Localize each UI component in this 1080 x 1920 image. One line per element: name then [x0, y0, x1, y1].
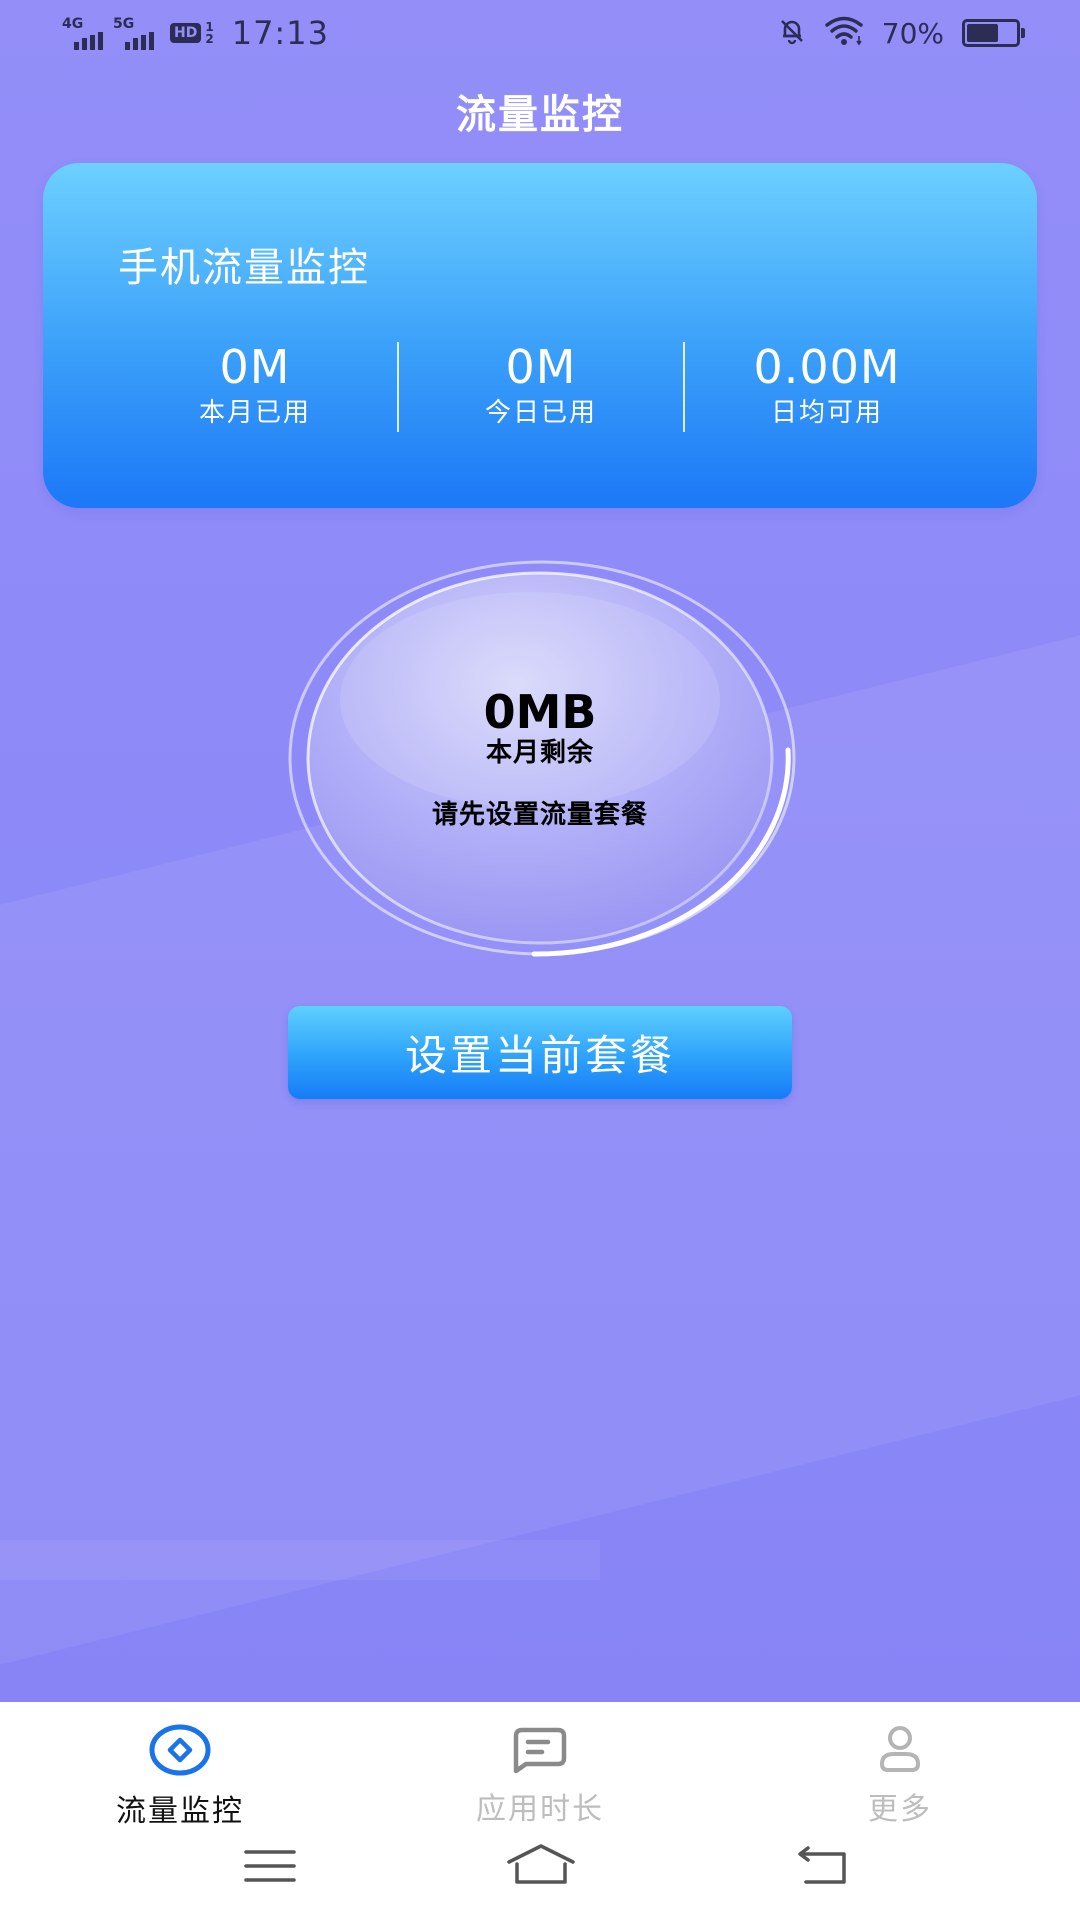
- menu-icon[interactable]: [244, 1848, 296, 1888]
- stat-daily-available: 0.00M 日均可用: [685, 341, 969, 433]
- stat-value: 0M: [505, 340, 577, 394]
- network-type-label: 5G: [113, 16, 135, 32]
- bottom-navigation: 流量监控 应用时长 更多: [0, 1702, 1080, 1920]
- person-icon: [874, 1724, 926, 1778]
- battery-icon: [962, 19, 1025, 47]
- tab-label: 流量监控: [116, 1794, 244, 1829]
- wifi-icon: [824, 16, 864, 50]
- stat-label: 日均可用: [770, 398, 883, 428]
- page-title: 流量监控: [456, 92, 624, 138]
- tab-more[interactable]: 更多: [780, 1724, 1020, 1827]
- signal-5g-icon: 5G: [113, 16, 154, 50]
- stat-today-used: 0M 今日已用: [399, 341, 683, 433]
- set-plan-button[interactable]: 设置当前套餐: [288, 1006, 792, 1099]
- remaining-label: 本月剩余: [485, 738, 594, 768]
- mute-bell-icon: [778, 17, 806, 49]
- stat-month-used: 0M 本月已用: [113, 341, 397, 433]
- traffic-stats-card: 手机流量监控 0M 本月已用 0M 今日已用 0.00M 日均可用: [43, 163, 1037, 508]
- traffic-monitor-icon: [148, 1724, 212, 1780]
- tab-traffic-monitor[interactable]: 流量监控: [60, 1724, 300, 1829]
- remaining-traffic-dial: 0MB 本月剩余 请先设置流量套餐: [280, 550, 800, 970]
- message-square-icon: [512, 1724, 568, 1778]
- hd-voice-icon: HD: [170, 23, 202, 43]
- tab-app-usage[interactable]: 应用时长: [420, 1724, 660, 1827]
- stat-value: 0M: [219, 340, 291, 394]
- set-plan-hint: 请先设置流量套餐: [431, 800, 648, 830]
- hd-voice-subscript: 1 2: [205, 20, 214, 46]
- tab-label: 更多: [868, 1792, 932, 1827]
- app-screen: 4G 5G HD 1 2 17:13 70% 流量监控 手机流量监控 0M 本月…: [0, 0, 1080, 1920]
- system-navigation-bar: [0, 1838, 1080, 1908]
- stats-row: 0M 本月已用 0M 今日已用 0.00M 日均可用: [113, 341, 969, 433]
- tab-label: 应用时长: [476, 1792, 604, 1827]
- stat-label: 本月已用: [198, 398, 311, 428]
- status-time: 17:13: [231, 14, 329, 52]
- remaining-value: 0MB: [483, 685, 597, 739]
- stat-label: 今日已用: [484, 398, 597, 428]
- back-icon[interactable]: [796, 1846, 850, 1890]
- signal-4g-icon: 4G: [62, 16, 103, 50]
- network-type-label: 4G: [62, 16, 84, 32]
- background-decoration: [0, 1540, 600, 1580]
- status-bar: 4G 5G HD 1 2 17:13 70%: [0, 0, 1080, 70]
- stat-value: 0.00M: [753, 340, 901, 394]
- home-icon[interactable]: [505, 1842, 577, 1890]
- card-title: 手机流量监控: [118, 245, 370, 291]
- battery-percent: 70%: [881, 16, 944, 50]
